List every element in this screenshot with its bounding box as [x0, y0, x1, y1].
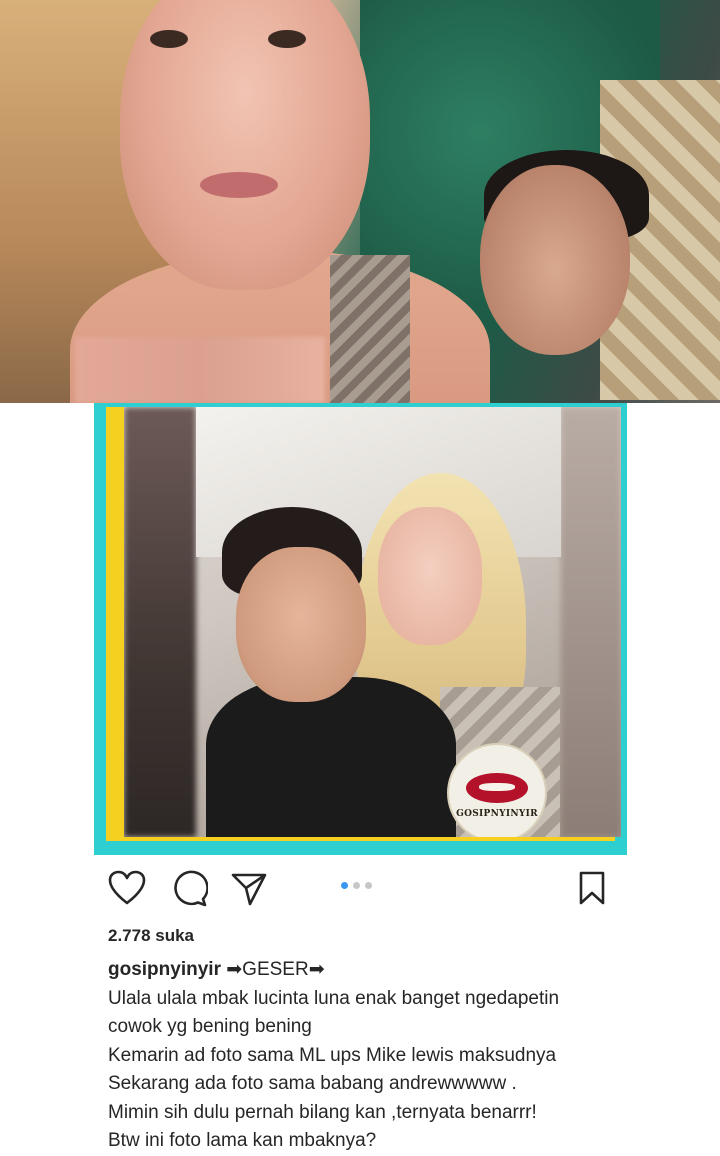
top-photo: [0, 0, 720, 403]
clothing-shape: [330, 255, 410, 403]
lips-shape: [200, 172, 278, 198]
carousel-dot: [365, 882, 372, 889]
woman-face-shape: [378, 507, 482, 645]
eye-shape: [268, 30, 306, 48]
post-image-border: GOSIPNYINYIR: [106, 407, 621, 841]
man-face-shape: [480, 165, 630, 355]
blur-edge-left: [124, 407, 196, 837]
heart-icon[interactable]: [108, 870, 146, 911]
caption-line: Kemarin ad foto sama ML ups Mike lewis m…: [108, 1044, 557, 1066]
watermark-logo: GOSIPNYINYIR: [447, 743, 547, 837]
man-shirt-shape: [206, 677, 456, 837]
caption-line: Ulala ulala mbak lucinta luna enak bange…: [108, 987, 560, 1009]
post-image-frame[interactable]: GOSIPNYINYIR: [94, 403, 627, 855]
bookmark-icon[interactable]: [578, 870, 606, 911]
carousel-dot-active: [341, 882, 348, 889]
carousel-dot: [353, 882, 360, 889]
post-photo: GOSIPNYINYIR: [124, 407, 621, 837]
caption-line: Btw ini foto lama kan mbaknya?: [108, 1130, 377, 1151]
post-caption: gosipnyinyir ➡GESER➡ Ulala ulala mbak lu…: [108, 956, 708, 1156]
send-icon[interactable]: [230, 871, 268, 912]
caption-line: cowok yg bening bening: [108, 1016, 312, 1037]
caption-line: Mimin sih dulu pernah bilang kan ,ternya…: [108, 1101, 537, 1123]
caption-line: Sekarang ada foto sama babang andrewwwww…: [108, 1073, 517, 1094]
watermark-text: GOSIPNYINYIR: [456, 809, 538, 819]
eye-shape: [150, 30, 188, 48]
username-link[interactable]: gosipnyinyir: [108, 959, 221, 980]
censor-blur: [75, 337, 325, 403]
caption-text: ➡GESER➡: [226, 959, 325, 980]
post-action-bar: [0, 862, 720, 918]
man-face-shape: [236, 547, 366, 702]
lips-icon: [466, 773, 528, 803]
caption-first-line: gosipnyinyir ➡GESER➡: [108, 956, 708, 985]
comment-icon[interactable]: [170, 870, 209, 913]
carousel-indicator: [341, 882, 372, 889]
blur-edge-right: [561, 407, 621, 837]
likes-count[interactable]: 2.778 suka: [108, 926, 194, 946]
